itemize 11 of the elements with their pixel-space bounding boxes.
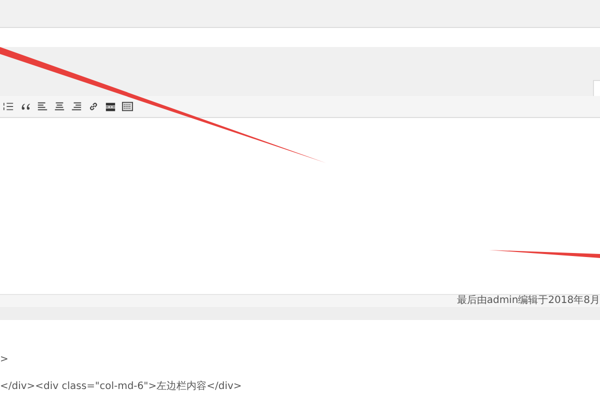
code-line: </div><div class="col-md-6">左边栏内容</div> [0, 381, 242, 392]
read-more-icon[interactable] [105, 101, 116, 112]
toolbar-toggle-icon[interactable] [122, 101, 133, 112]
align-right-icon[interactable] [71, 101, 82, 112]
numbered-list-icon[interactable] [3, 101, 14, 112]
quote-icon[interactable] [20, 101, 31, 112]
align-center-icon[interactable] [54, 101, 65, 112]
link-icon[interactable] [88, 101, 99, 112]
code-line: > [0, 354, 8, 365]
align-left-icon[interactable] [37, 101, 48, 112]
last-edited-text: 最后由admin编辑于2018年8月 [456, 295, 600, 307]
